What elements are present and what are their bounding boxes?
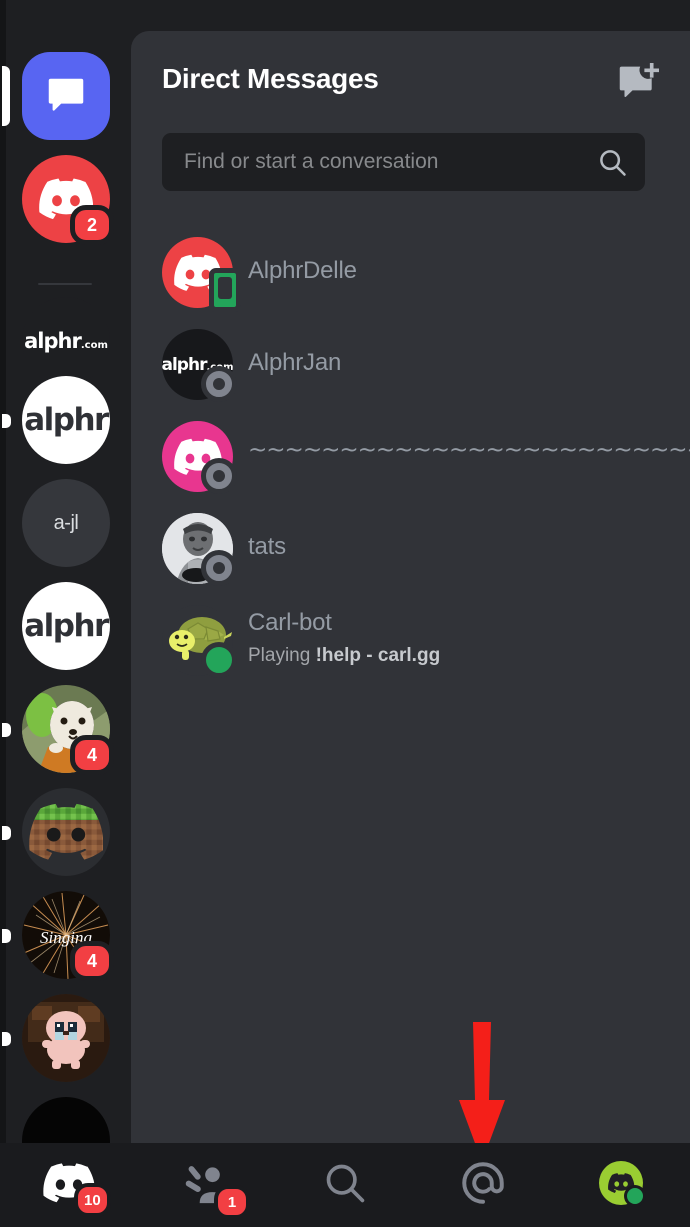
status-badge-offline <box>201 366 237 402</box>
list-item[interactable]: AlphrDelle <box>131 227 690 319</box>
user-avatar-icon <box>594 1156 648 1215</box>
list-item-label: AlphrDelle <box>248 257 357 284</box>
avatar <box>162 237 241 312</box>
avatar: alphr.com <box>162 329 237 402</box>
alphr-wordmark-text: alphr <box>24 608 109 644</box>
selected-indicator <box>2 66 10 126</box>
unread-indicator <box>2 414 11 428</box>
avatar <box>162 421 237 494</box>
activity-prefix: Playing <box>248 645 316 666</box>
sidebar-item-shiba-server[interactable]: 4 <box>2 685 114 775</box>
unread-indicator <box>2 826 11 840</box>
page-title: Direct Messages <box>162 63 379 94</box>
activity-detail: !help - carl.gg <box>315 645 441 666</box>
list-item[interactable]: tats <box>131 503 690 595</box>
avatar <box>162 605 237 678</box>
unread-badge: 4 <box>70 735 114 775</box>
search-icon <box>597 147 627 177</box>
dm-home-icon <box>22 52 110 140</box>
discord-mobile-screen: 2 alphr.com alphr a-jl alphr 4 Singing 4… <box>0 0 690 1227</box>
sidebar-item-a-jl-server[interactable]: a-jl <box>22 479 110 567</box>
a-jl-initials: a-jl <box>22 479 110 567</box>
friends-unread-badge: 1 <box>214 1185 250 1219</box>
sidebar-item-alphr-com-server[interactable]: alphr.com <box>22 297 110 385</box>
server-rail[interactable]: 2 alphr.com alphr a-jl alphr 4 Singing 4 <box>0 0 131 1143</box>
status-badge-offline <box>201 458 237 494</box>
a-jl-text: a-jl <box>53 511 79 534</box>
alphr-logo: alphr <box>22 376 110 464</box>
unread-badge: 2 <box>70 205 114 245</box>
mentions-tab[interactable] <box>414 1143 552 1227</box>
sidebar-item-alphr-white-server-1[interactable]: alphr <box>2 376 110 464</box>
servers-tab[interactable]: 10 <box>0 1143 138 1227</box>
list-item[interactable]: Carl-bot Playing !help - carl.gg <box>131 595 690 687</box>
unread-badge: 4 <box>70 941 114 981</box>
unread-indicator <box>2 929 11 943</box>
profile-tab[interactable] <box>552 1143 690 1227</box>
search-tab[interactable] <box>276 1143 414 1227</box>
panel-header: Direct Messages <box>131 31 690 131</box>
direct-messages-panel: Direct Messages Find or start a conversa… <box>131 31 690 1143</box>
black-avatar <box>22 1097 110 1143</box>
status-badge-offline <box>201 550 237 586</box>
search-icon <box>323 1161 367 1210</box>
bottom-navigation[interactable]: 10 1 <box>0 1143 690 1227</box>
isaac-avatar <box>22 994 110 1082</box>
rail-separator <box>38 283 92 285</box>
unread-indicator <box>2 723 11 737</box>
alphr-avatar-text: alphr <box>162 354 207 375</box>
list-item-subtitle: Playing !help - carl.gg <box>248 645 440 667</box>
list-item[interactable]: alphr.com AlphrJan <box>131 319 690 411</box>
alphr-wordmark-text: alphr <box>24 329 82 353</box>
alphr-com-logo: alphr.com <box>22 297 110 385</box>
sidebar-item-isaac-server[interactable] <box>2 994 110 1082</box>
minecraft-discord-logo <box>22 788 110 876</box>
list-item-label: ~~~~~~~~~~~~~~~~~~~~~~~~~~~~ <box>248 437 690 463</box>
rail-left-edge <box>0 0 6 1143</box>
list-item-label: tats <box>248 533 286 560</box>
status-badge-online <box>201 642 237 678</box>
sidebar-item-alphr-white-server-2[interactable]: alphr <box>22 582 110 670</box>
new-message-icon[interactable] <box>616 63 660 105</box>
at-mention-icon <box>458 1158 508 1213</box>
alphr-logo: alphr <box>22 582 110 670</box>
search-input[interactable]: Find or start a conversation <box>162 133 645 191</box>
list-item-label: AlphrJan <box>248 349 342 376</box>
list-item-label: Carl-bot <box>248 609 332 636</box>
alphr-wordmark-text: alphr <box>24 402 109 438</box>
sidebar-item-minecraft-server[interactable] <box>2 788 110 876</box>
sidebar-item-red-discord-server[interactable]: 2 <box>22 155 114 245</box>
unread-indicator <box>2 1032 11 1046</box>
friends-tab[interactable]: 1 <box>138 1143 276 1227</box>
list-item[interactable]: ~~~~~~~~~~~~~~~~~~~~~~~~~~~~ <box>131 411 690 503</box>
sidebar-item-singing-server[interactable]: Singing 4 <box>2 891 114 981</box>
sidebar-item-black-server[interactable] <box>22 1097 110 1143</box>
avatar <box>162 513 237 586</box>
search-placeholder: Find or start a conversation <box>184 150 439 173</box>
servers-unread-badge: 10 <box>74 1183 111 1217</box>
alphr-wordmark-sub: .com <box>80 340 108 351</box>
sidebar-item-direct-messages[interactable] <box>2 52 110 140</box>
status-badge-mobile <box>209 268 241 312</box>
